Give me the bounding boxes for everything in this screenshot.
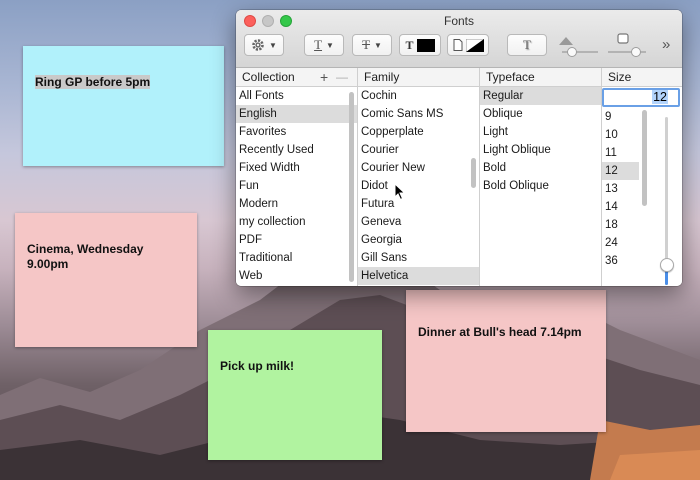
family-item[interactable]: Geneva [358, 213, 479, 231]
remove-collection-button[interactable]: — [336, 68, 348, 86]
family-item[interactable]: Gill Sans [358, 249, 479, 267]
chevron-down-icon: ▼ [374, 40, 382, 50]
fonts-window: Fonts ▼ T ▼ T ▼ T T » Collection + — Fam… [236, 10, 682, 286]
titlebar: Fonts ▼ T ▼ T ▼ T T » [236, 10, 682, 68]
typeface-header: Typeface [480, 68, 601, 87]
size-input-value: 12 [652, 90, 668, 104]
family-item[interactable]: Courier New [358, 159, 479, 177]
family-item[interactable]: Didot [358, 177, 479, 195]
size-item[interactable]: 9 [602, 108, 639, 126]
gear-icon [252, 39, 264, 51]
underline-menu-button[interactable]: T ▼ [304, 34, 344, 56]
window-title: Fonts [443, 14, 474, 28]
size-item[interactable]: 18 [602, 216, 639, 234]
document-color-button[interactable] [447, 34, 489, 56]
family-item[interactable]: Comic Sans MS [358, 105, 479, 123]
underline-icon: T [314, 37, 323, 52]
family-item[interactable]: Courier [358, 141, 479, 159]
collection-item[interactable]: Recently Used [236, 141, 357, 159]
family-list[interactable]: Cochin Comic Sans MS Copperplate Courier Cou… [358, 87, 479, 286]
size-input[interactable]: 12 [602, 88, 680, 107]
sticky-note-milk[interactable]: Pick up milk! [208, 330, 382, 460]
typeface-item[interactable]: Regular [480, 87, 601, 105]
size-item[interactable]: 11 [602, 144, 639, 162]
collection-item[interactable]: PDF [236, 231, 357, 249]
typeface-item[interactable]: Bold Oblique [480, 177, 601, 195]
collection-header-label: Collection [242, 70, 295, 84]
strikethrough-menu-button[interactable]: T ▼ [352, 34, 392, 56]
sticky-note-cinema[interactable]: Cinema, Wednesday 9.00pm [15, 213, 197, 347]
typeface-item[interactable]: Light [480, 123, 601, 141]
collection-item[interactable]: Modern [236, 195, 357, 213]
family-item[interactable]: Futura [358, 195, 479, 213]
shadow-opacity-slider[interactable] [558, 30, 602, 60]
shadow-blur-slider[interactable] [606, 30, 654, 60]
size-list[interactable]: 9 10 11 12 13 14 18 24 36 [602, 108, 639, 270]
family-item[interactable]: Georgia [358, 231, 479, 249]
family-scrollbar[interactable] [471, 158, 476, 188]
size-item[interactable]: 14 [602, 198, 639, 216]
document-icon [453, 39, 462, 51]
typeface-item[interactable]: Oblique [480, 105, 601, 123]
size-slider[interactable] [660, 117, 674, 285]
chevron-down-icon: ▼ [269, 40, 277, 50]
typeface-item[interactable]: Light Oblique [480, 141, 601, 159]
size-item[interactable]: 10 [602, 126, 639, 144]
size-item[interactable]: 36 [602, 252, 639, 270]
add-collection-button[interactable]: + [320, 68, 328, 86]
text-shadow-icon: T [523, 37, 531, 52]
desktop: Ring GP before 5pm Cinema, Wednesday 9.0… [0, 0, 700, 480]
text-shadow-button[interactable]: T [507, 34, 547, 56]
size-item[interactable]: 13 [602, 180, 639, 198]
family-item[interactable]: Cochin [358, 87, 479, 105]
size-slider-knob[interactable] [660, 258, 674, 272]
collection-item[interactable]: Fun [236, 177, 357, 195]
collection-item[interactable]: English [236, 105, 357, 123]
sticky-note-ring-gp[interactable]: Ring GP before 5pm [23, 46, 224, 166]
collection-scrollbar[interactable] [349, 92, 354, 282]
sticky-note-text: Ring GP before 5pm [35, 75, 151, 89]
family-header: Family [358, 68, 479, 87]
toolbar-overflow-button[interactable]: » [662, 36, 670, 53]
collection-list[interactable]: All Fonts English Favorites Recently Used Fi… [236, 87, 357, 286]
mouse-pointer-icon [394, 183, 406, 201]
family-item[interactable]: Helvetica [358, 267, 479, 285]
sticky-note-text: Dinner at Bull's head 7.14pm [418, 325, 582, 339]
typeface-list[interactable]: Regular Oblique Light Light Oblique Bold Bold… [480, 87, 601, 286]
collection-item[interactable]: Web [236, 267, 357, 285]
collection-item[interactable]: Favorites [236, 123, 357, 141]
typeface-item[interactable]: Bold [480, 159, 601, 177]
size-list-scrollbar[interactable] [642, 110, 647, 206]
collection-item[interactable]: Traditional [236, 249, 357, 267]
collection-item[interactable]: All Fonts [236, 87, 357, 105]
collection-item[interactable]: my collection [236, 213, 357, 231]
document-color-swatch [465, 38, 484, 52]
sticky-note-text: Pick up milk! [220, 359, 295, 373]
size-item[interactable]: 24 [602, 234, 639, 252]
chevron-down-icon: ▼ [326, 40, 334, 50]
collection-header: Collection + — [236, 68, 357, 87]
strikethrough-icon: T [362, 37, 371, 52]
action-menu-button[interactable]: ▼ [244, 34, 284, 56]
size-header: Size [602, 68, 682, 87]
text-color-icon: T [405, 37, 414, 52]
text-color-button[interactable]: T [399, 34, 441, 56]
size-item[interactable]: 12 [602, 162, 639, 180]
sticky-note-text: Cinema, Wednesday 9.00pm [27, 242, 144, 271]
text-color-swatch [416, 38, 435, 52]
sticky-note-dinner[interactable]: Dinner at Bull's head 7.14pm [406, 290, 606, 432]
collection-item[interactable]: Fixed Width [236, 159, 357, 177]
family-item[interactable]: Copperplate [358, 123, 479, 141]
